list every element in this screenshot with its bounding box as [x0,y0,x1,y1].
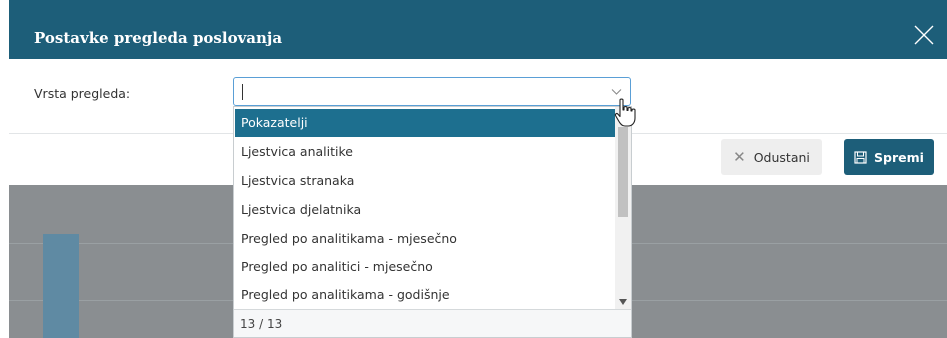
modal-header: Postavke pregleda poslovanja [9,0,947,59]
dropdown-option[interactable]: Ljestvica djelatnika [235,196,615,224]
close-icon[interactable] [913,24,935,46]
scroll-down-icon[interactable] [619,299,627,305]
save-label: Spremi [874,149,924,165]
review-type-select[interactable] [233,77,631,106]
cancel-label: Odustani [753,149,810,165]
dropdown-scrollbar[interactable] [615,107,631,309]
modal-title: Postavke pregleda poslovanja [34,29,283,47]
save-button[interactable]: Spremi [844,139,934,175]
dropdown-option[interactable]: Ljestvica analitike [235,138,615,166]
page-edge [0,0,9,338]
review-type-dropdown: Pokazatelji Ljestvica analitike Ljestvic… [233,106,632,338]
cancel-button[interactable]: ✕ Odustani [721,139,822,175]
scroll-thumb[interactable] [618,127,628,217]
hand-pointer-icon [614,98,636,127]
save-icon [854,150,867,164]
dropdown-option[interactable]: Pregled po analitici - mjesečno [235,253,615,281]
background-chart-bar [43,234,79,338]
dropdown-option[interactable]: Pregled po analitikama - godišnje [235,281,615,309]
dropdown-option[interactable]: Ljestvica stranaka [235,167,615,195]
dropdown-option[interactable]: Pokazatelji [235,109,615,137]
chevron-down-icon[interactable] [611,86,622,97]
text-caret [242,84,243,100]
result-count: 13 / 13 [234,309,631,337]
x-icon: ✕ [733,148,746,166]
review-type-label: Vrsta pregleda: [34,86,131,101]
dropdown-option[interactable]: Pregled po analitikama - mjesečno [235,225,615,253]
